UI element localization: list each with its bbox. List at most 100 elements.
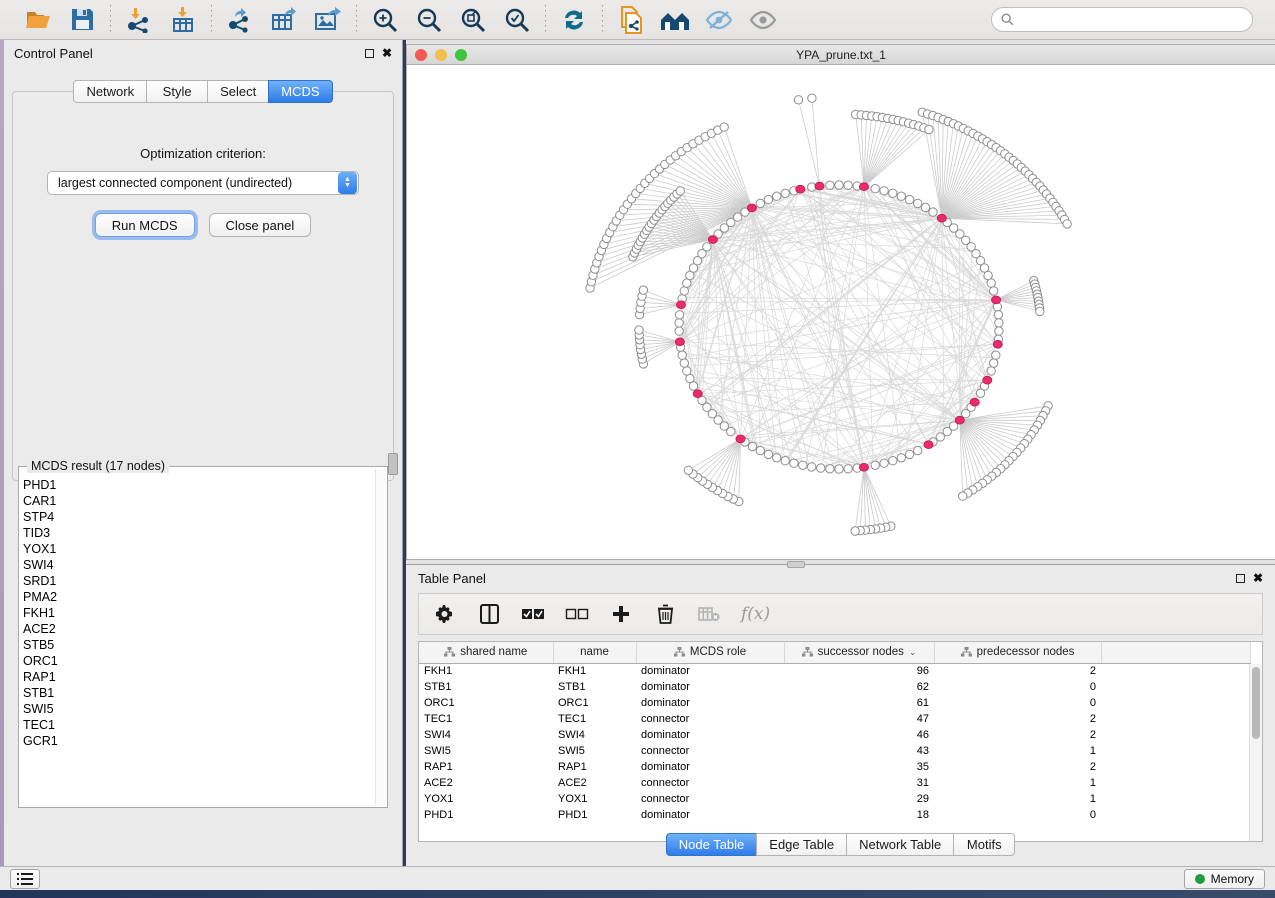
table-tab-node-table[interactable]: Node Table <box>666 833 758 856</box>
result-node-item[interactable]: FKH1 <box>23 605 373 621</box>
clone-network-icon[interactable] <box>616 5 646 35</box>
network-canvas[interactable] <box>407 65 1275 559</box>
chevron-up-down-icon: ▲▼ <box>338 172 357 194</box>
result-node-item[interactable]: ACE2 <box>23 621 373 637</box>
result-node-item[interactable]: GCR1 <box>23 733 373 749</box>
mcds-tab-content: Optimization criterion: largest connecte… <box>12 91 394 481</box>
table-tab-edge-table[interactable]: Edge Table <box>756 833 847 856</box>
import-table-icon[interactable] <box>168 5 198 35</box>
table-row[interactable]: ORC1ORC1dominator610 <box>419 695 1251 711</box>
table-panel-title: Table Panel <box>418 571 486 586</box>
node-table[interactable]: shared namenameMCDS rolesuccessor nodes⌄… <box>418 641 1263 842</box>
memory-label: Memory <box>1211 872 1254 886</box>
task-history-button[interactable] <box>10 869 40 889</box>
table-row[interactable]: YOX1YOX1connector291 <box>419 791 1251 807</box>
result-list-scrollbar[interactable] <box>375 469 386 805</box>
export-table-icon[interactable] <box>269 5 299 35</box>
show-all-icon[interactable] <box>748 5 778 35</box>
search-input[interactable] <box>1019 13 1243 27</box>
result-node-item[interactable]: PMA2 <box>23 589 373 605</box>
list-icon <box>17 873 33 885</box>
network-window-titlebar[interactable]: YPA_prune.txt_1 <box>407 45 1275 65</box>
network-window-title: YPA_prune.txt_1 <box>407 48 1275 62</box>
memory-button[interactable]: Memory <box>1184 869 1265 889</box>
result-node-item[interactable]: SWI5 <box>23 701 373 717</box>
column-header-successor-nodes[interactable]: successor nodes⌄ <box>784 642 934 663</box>
optimization-criterion-select[interactable]: largest connected component (undirected)… <box>47 171 359 195</box>
table-body[interactable]: FKH1FKH1dominator962STB1STB1dominator620… <box>419 663 1251 823</box>
table-row[interactable]: FKH1FKH1dominator962 <box>419 663 1251 679</box>
mcds-result-list[interactable]: PHD1CAR1STP4TID3YOX1SWI4SRD1PMA2FKH1ACE2… <box>23 477 373 805</box>
hide-selected-icon[interactable] <box>704 5 734 35</box>
table-row[interactable]: SWI5SWI5connector431 <box>419 743 1251 759</box>
zoom-selected-icon[interactable] <box>502 5 532 35</box>
tab-network[interactable]: Network <box>73 80 147 103</box>
zoom-out-icon[interactable] <box>414 5 444 35</box>
zoom-fit-icon[interactable] <box>458 5 488 35</box>
splitter-handle[interactable] <box>388 453 398 475</box>
main-toolbar <box>0 0 1275 40</box>
table-settings-icon[interactable] <box>433 602 457 626</box>
result-node-item[interactable]: SRD1 <box>23 573 373 589</box>
delete-column-icon[interactable] <box>653 602 677 626</box>
result-node-item[interactable]: ORC1 <box>23 653 373 669</box>
add-column-icon[interactable] <box>609 602 633 626</box>
network-canvas-svg <box>407 65 1275 559</box>
save-session-icon[interactable] <box>67 5 97 35</box>
run-mcds-button[interactable]: Run MCDS <box>95 213 195 237</box>
select-all-icon[interactable] <box>521 602 545 626</box>
control-panel-tabs: NetworkStyleSelectMCDS <box>73 80 332 103</box>
table-panel: Table Panel ✖ <box>406 564 1275 866</box>
column-header-shared-name[interactable]: shared name <box>419 642 553 663</box>
table-row[interactable]: SWI4SWI4dominator462 <box>419 727 1251 743</box>
result-node-item[interactable]: STP4 <box>23 509 373 525</box>
table-tab-network-table[interactable]: Network Table <box>846 833 954 856</box>
float-table-panel-icon[interactable] <box>1236 574 1245 583</box>
result-node-item[interactable]: YOX1 <box>23 541 373 557</box>
close-panel-icon[interactable]: ✖ <box>382 47 392 59</box>
table-row[interactable]: PHD1PHD1dominator180 <box>419 807 1251 823</box>
result-node-item[interactable]: RAP1 <box>23 669 373 685</box>
table-panel-tabs: Node TableEdge TableNetwork TableMotifs <box>666 833 1016 856</box>
result-node-item[interactable]: PHD1 <box>23 477 373 493</box>
show-columns-icon[interactable] <box>477 602 501 626</box>
result-node-item[interactable]: STB5 <box>23 637 373 653</box>
result-node-item[interactable]: TEC1 <box>23 717 373 733</box>
result-node-item[interactable]: STB1 <box>23 685 373 701</box>
tab-select[interactable]: Select <box>207 80 269 103</box>
table-row[interactable]: RAP1RAP1dominator352 <box>419 759 1251 775</box>
table-header-row[interactable]: shared namenameMCDS rolesuccessor nodes⌄… <box>419 642 1251 663</box>
deselect-all-icon[interactable] <box>565 602 589 626</box>
sort-desc-icon: ⌄ <box>909 647 917 658</box>
export-network-icon[interactable] <box>225 5 255 35</box>
result-node-item[interactable]: TID3 <box>23 525 373 541</box>
result-node-item[interactable]: SWI4 <box>23 557 373 573</box>
column-header-predecessor-nodes[interactable]: predecessor nodes <box>934 642 1101 663</box>
column-header-MCDS-role[interactable]: MCDS role <box>636 642 784 663</box>
search-icon <box>1001 13 1014 26</box>
refresh-layout-icon[interactable] <box>559 5 589 35</box>
table-tab-motifs[interactable]: Motifs <box>953 833 1015 856</box>
workspace-column: YPA_prune.txt_1 Table Panel ✖ <box>406 40 1275 866</box>
import-network-icon[interactable] <box>124 5 154 35</box>
result-node-item[interactable]: CAR1 <box>23 493 373 509</box>
control-panel: Control Panel ✖ NetworkStyleSelectMCDS O… <box>4 40 403 866</box>
column-header-name[interactable]: name <box>553 642 636 663</box>
float-panel-icon[interactable] <box>365 49 374 58</box>
table-row[interactable]: TEC1TEC1connector472 <box>419 711 1251 727</box>
search-field[interactable] <box>991 7 1253 32</box>
export-image-icon[interactable] <box>313 5 343 35</box>
close-table-panel-icon[interactable]: ✖ <box>1253 572 1263 584</box>
table-scrollbar[interactable] <box>1249 664 1262 841</box>
table-row[interactable]: ACE2ACE2connector311 <box>419 775 1251 791</box>
first-neighbors-icon[interactable] <box>660 5 690 35</box>
open-session-icon[interactable] <box>23 5 53 35</box>
tab-mcds[interactable]: MCDS <box>268 80 332 103</box>
table-row[interactable]: STB1STB1dominator620 <box>419 679 1251 695</box>
vertical-splitter[interactable] <box>399 40 406 866</box>
tab-style[interactable]: Style <box>146 80 208 103</box>
close-panel-button[interactable]: Close panel <box>209 213 312 237</box>
table-panel-splitter-handle[interactable] <box>787 561 805 568</box>
zoom-in-icon[interactable] <box>370 5 400 35</box>
table-scrollbar-thumb[interactable] <box>1252 667 1260 739</box>
